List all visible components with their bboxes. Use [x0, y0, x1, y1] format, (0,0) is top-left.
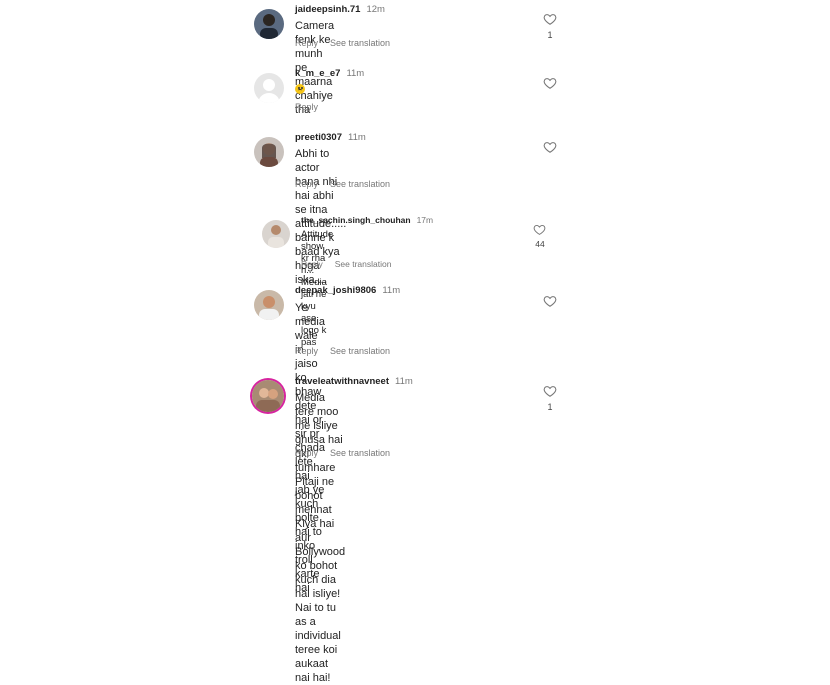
- comment-username[interactable]: the_sachin.singh_chouhan 17m: [301, 215, 433, 225]
- avatar[interactable]: [254, 9, 284, 39]
- reply-button[interactable]: Reply: [295, 179, 318, 189]
- comment-timestamp: 11m: [346, 68, 365, 79]
- comment-actions: Reply See translation: [301, 259, 403, 269]
- like-heart-icon[interactable]: [543, 140, 557, 154]
- avatar[interactable]: [254, 73, 284, 103]
- like-count: 1: [547, 30, 553, 40]
- comment-timestamp: 11m: [382, 285, 401, 296]
- comment-actions: Reply: [295, 102, 330, 112]
- comment-actions: Reply See translation: [295, 346, 402, 356]
- avatar[interactable]: [254, 137, 284, 167]
- see-translation-link[interactable]: See translation: [330, 448, 390, 458]
- avatar[interactable]: [262, 220, 290, 248]
- like-heart-icon[interactable]: [533, 223, 546, 236]
- comment-timestamp: 17m: [416, 215, 434, 225]
- comment-username[interactable]: traveleatwithnavneet 11m: [295, 376, 413, 387]
- see-translation-link[interactable]: See translation: [330, 179, 390, 189]
- like-count: 1: [547, 402, 553, 412]
- reply-button[interactable]: Reply: [295, 38, 318, 48]
- comment-actions: Reply See translation: [295, 38, 402, 48]
- reply-button[interactable]: Reply: [295, 346, 318, 356]
- reply-button[interactable]: Reply: [301, 259, 323, 269]
- comment-username[interactable]: k_m_e_e7 11m: [295, 68, 364, 79]
- comment-timestamp: 11m: [394, 376, 413, 387]
- comment-username[interactable]: deepak_joshi9806 11m: [295, 285, 400, 296]
- story-avatar[interactable]: [252, 380, 284, 412]
- like-count: 44: [535, 239, 545, 249]
- comment-username[interactable]: jaideepsinh.71 12m: [295, 4, 385, 15]
- avatar[interactable]: [254, 290, 284, 320]
- see-translation-link[interactable]: See translation: [330, 38, 390, 48]
- comment-actions: Reply See translation: [295, 179, 402, 189]
- comment-username[interactable]: preeti0307 11m: [295, 132, 366, 143]
- comment-text: Media tere moo me isliye ghusa hai qki t…: [295, 392, 346, 684]
- comment-timestamp: 12m: [366, 4, 385, 15]
- comment-timestamp: 11m: [348, 132, 366, 143]
- see-translation-link[interactable]: See translation: [335, 259, 392, 269]
- like-heart-icon[interactable]: [543, 294, 557, 308]
- like-heart-icon[interactable]: [543, 76, 557, 90]
- like-heart-icon[interactable]: [543, 12, 557, 26]
- comment-actions: Reply See translation: [295, 448, 402, 458]
- like-heart-icon[interactable]: [543, 384, 557, 398]
- crying-face-icon: [295, 84, 305, 94]
- see-translation-link[interactable]: See translation: [330, 346, 390, 356]
- reply-button[interactable]: Reply: [295, 102, 318, 112]
- comment-text: [295, 83, 305, 97]
- reply-button[interactable]: Reply: [295, 448, 318, 458]
